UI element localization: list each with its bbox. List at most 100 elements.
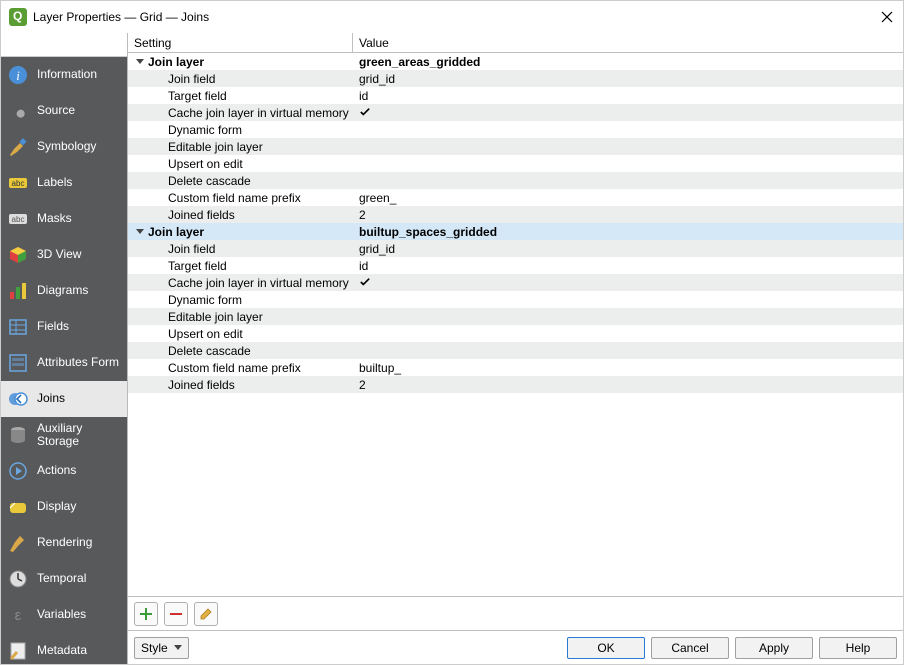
actions-icon [7, 460, 29, 482]
sidebar-item-information[interactable]: iInformation [1, 57, 127, 93]
join-property-row[interactable]: Custom field name prefixgreen_ [128, 189, 903, 206]
style-menu-button[interactable]: Style [134, 637, 189, 659]
property-label: Delete cascade [128, 344, 353, 358]
display-icon [7, 496, 29, 518]
property-value: 2 [353, 378, 903, 392]
join-property-row[interactable]: Upsert on edit [128, 325, 903, 342]
rendering-icon [7, 532, 29, 554]
apply-button[interactable]: Apply [735, 637, 813, 659]
sidebar-item-label: Temporal [37, 572, 86, 585]
join-property-row[interactable]: Upsert on edit [128, 155, 903, 172]
sidebar-item-metadata[interactable]: Metadata [1, 633, 127, 664]
sidebar-item-label: Actions [37, 464, 76, 477]
join-property-row[interactable]: Target fieldid [128, 87, 903, 104]
qgis-icon [9, 8, 27, 26]
sidebar-item-label: Source [37, 104, 75, 117]
join-property-row[interactable]: Joined fields2 [128, 206, 903, 223]
join-property-row[interactable]: Custom field name prefixbuiltup_ [128, 359, 903, 376]
property-value: green_ [353, 191, 903, 205]
sidebar-item-diagrams[interactable]: Diagrams [1, 273, 127, 309]
main-area: iInformation Source Symbology abc Labels abc M… [1, 33, 903, 664]
sidebar-item-attributes-form[interactable]: Attributes Form [1, 345, 127, 381]
property-value [353, 276, 903, 290]
remove-join-button[interactable] [164, 602, 188, 626]
property-value [353, 106, 903, 120]
property-label: Target field [128, 259, 353, 273]
masks-icon: abc [7, 208, 29, 230]
sidebar-item-label: Attributes Form [37, 356, 119, 369]
sidebar-item-label: Masks [37, 212, 72, 225]
join-header-label: Join layer [148, 225, 204, 239]
add-join-button[interactable] [134, 602, 158, 626]
sidebar-item-symbology[interactable]: Symbology [1, 129, 127, 165]
join-property-row[interactable]: Join fieldgrid_id [128, 240, 903, 257]
property-value: builtup_ [353, 361, 903, 375]
property-label: Cache join layer in virtual memory [128, 276, 353, 290]
join-property-row[interactable]: Target fieldid [128, 257, 903, 274]
sidebar-item-label: Rendering [37, 536, 92, 549]
sidebar-item-auxiliary-storage[interactable]: Auxiliary Storage [1, 417, 127, 453]
chevron-down-icon [136, 229, 144, 234]
sidebar-item-display[interactable]: Display [1, 489, 127, 525]
sidebar-item-label: Symbology [37, 140, 96, 153]
property-label: Custom field name prefix [128, 191, 353, 205]
column-header-value[interactable]: Value [353, 33, 903, 52]
join-property-row[interactable]: Join fieldgrid_id [128, 70, 903, 87]
table-header: Setting Value [128, 33, 903, 53]
property-label: Target field [128, 89, 353, 103]
svg-text:abc: abc [12, 215, 25, 224]
sidebar-item-temporal[interactable]: Temporal [1, 561, 127, 597]
property-value: id [353, 259, 903, 273]
join-property-row[interactable]: Editable join layer [128, 138, 903, 155]
sidebar-item-label: Auxiliary Storage [37, 422, 121, 448]
variables-icon: ε [7, 604, 29, 626]
join-header-row[interactable]: Join layerbuiltup_spaces_gridded [128, 223, 903, 240]
join-property-row[interactable]: Cache join layer in virtual memory [128, 274, 903, 291]
property-value: 2 [353, 208, 903, 222]
property-label: Upsert on edit [128, 327, 353, 341]
sidebar-item-label: 3D View [37, 248, 81, 261]
joins-icon [7, 388, 29, 410]
join-header-row[interactable]: Join layergreen_areas_gridded [128, 53, 903, 70]
sidebar-item-fields[interactable]: Fields [1, 309, 127, 345]
sidebar-item-variables[interactable]: ε Variables [1, 597, 127, 633]
join-property-row[interactable]: Cache join layer in virtual memory [128, 104, 903, 121]
sidebar-item-label: Variables [37, 608, 86, 621]
edit-join-button[interactable] [194, 602, 218, 626]
form-icon [7, 352, 29, 374]
property-label: Custom field name prefix [128, 361, 353, 375]
property-label: Dynamic form [128, 123, 353, 137]
column-header-setting[interactable]: Setting [128, 33, 353, 52]
join-property-row[interactable]: Dynamic form [128, 291, 903, 308]
ok-button[interactable]: OK [567, 637, 645, 659]
svg-text:i: i [16, 68, 20, 83]
join-property-row[interactable]: Delete cascade [128, 342, 903, 359]
join-header-label: Join layer [148, 55, 204, 69]
cancel-button[interactable]: Cancel [651, 637, 729, 659]
join-property-row[interactable]: Delete cascade [128, 172, 903, 189]
sidebar-item-3d-view[interactable]: 3D View [1, 237, 127, 273]
property-label: Editable join layer [128, 140, 353, 154]
sidebar-item-label: Labels [37, 176, 72, 189]
property-label: Upsert on edit [128, 157, 353, 171]
help-button[interactable]: Help [819, 637, 897, 659]
svg-text:abc: abc [12, 179, 25, 188]
sidebar-item-label: Metadata [37, 644, 87, 657]
join-property-row[interactable]: Joined fields2 [128, 376, 903, 393]
joins-tree[interactable]: Join layergreen_areas_griddedJoin fieldg… [128, 53, 903, 596]
sidebar-item-source[interactable]: Source [1, 93, 127, 129]
chevron-down-icon [136, 59, 144, 64]
close-button[interactable] [879, 9, 895, 25]
nav-list: iInformation Source Symbology abc Labels abc M… [1, 57, 127, 664]
sidebar-item-label: Display [37, 500, 76, 513]
sidebar-item-joins[interactable]: Joins [1, 381, 127, 417]
titlebar: Layer Properties — Grid — Joins [1, 1, 903, 33]
sidebar-item-masks[interactable]: abc Masks [1, 201, 127, 237]
join-property-row[interactable]: Editable join layer [128, 308, 903, 325]
chevron-down-icon [174, 645, 182, 650]
sidebar-item-label: Joins [37, 392, 65, 405]
sidebar-item-labels[interactable]: abc Labels [1, 165, 127, 201]
sidebar-item-rendering[interactable]: Rendering [1, 525, 127, 561]
sidebar-item-actions[interactable]: Actions [1, 453, 127, 489]
join-property-row[interactable]: Dynamic form [128, 121, 903, 138]
